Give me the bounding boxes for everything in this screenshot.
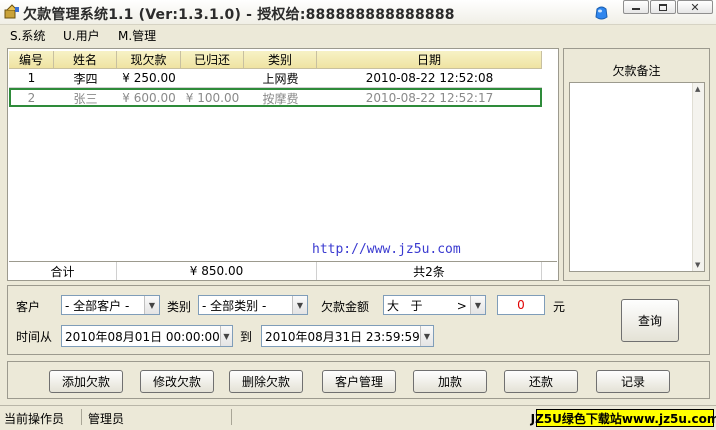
status-divider <box>231 409 232 425</box>
menu-bar: S.系统 U.用户 M.管理 <box>0 25 716 45</box>
query-button[interactable]: 查询 <box>621 299 679 342</box>
operator-value: 管理员 <box>88 412 125 426</box>
amount-unit: 元 <box>553 300 566 314</box>
cell-name: 李四 <box>73 71 98 86</box>
column-header-name[interactable]: 姓名 <box>54 51 117 69</box>
category-label: 类别 <box>167 300 192 314</box>
notes-title: 欠款备注 <box>612 64 661 78</box>
operator-label: 当前操作员 <box>4 412 65 426</box>
category-select[interactable]: - 全部类别 - ▼ <box>198 295 308 315</box>
title-bar: 欠款管理系统1.1 (Ver:1.3.1.0) - 授权给:8888888888… <box>0 0 716 25</box>
time-from-label: 时间从 <box>16 330 53 344</box>
totals-count: 共2条 <box>317 262 542 280</box>
app-icon <box>4 4 19 19</box>
records-button[interactable]: 记录 <box>596 370 670 393</box>
maximize-button[interactable] <box>650 0 676 14</box>
totals-row: 合计 ¥ 850.00 共2条 <box>9 261 557 280</box>
time-to-label: 到 <box>240 330 253 344</box>
customer-manage-button[interactable]: 客户管理 <box>322 370 396 393</box>
close-icon: ✕ <box>690 0 700 14</box>
customer-select-value: - 全部客户 - <box>65 298 130 313</box>
column-header-owed[interactable]: 现欠款 <box>117 51 181 69</box>
edit-debt-button[interactable]: 修改欠款 <box>140 370 214 393</box>
chevron-down-icon[interactable]: ▼ <box>219 326 232 346</box>
maximize-icon <box>659 3 667 11</box>
time-from-value: 2010年08月01日 00:00:00 <box>65 329 220 344</box>
repay-button[interactable]: 还款 <box>504 370 578 393</box>
window-title: 欠款管理系统1.1 (Ver:1.3.1.0) - 授权给:8888888888… <box>23 7 455 23</box>
time-from-picker[interactable]: 2010年08月01日 00:00:00 ▼ <box>61 325 233 347</box>
chevron-down-icon[interactable]: ▼ <box>292 296 307 314</box>
customer-label: 客户 <box>16 300 41 314</box>
operator-select-value: 大 于 > <box>387 298 467 313</box>
menu-manage[interactable]: M.管理 <box>118 27 156 44</box>
cell-owed: ¥ 250.00 <box>122 71 176 85</box>
add-amount-button[interactable]: 加款 <box>413 370 487 393</box>
notes-textarea[interactable]: ▲ ▼ <box>569 82 705 272</box>
skin-orb-icon[interactable] <box>594 5 609 21</box>
column-header-returned[interactable]: 已归还 <box>181 51 244 69</box>
notes-panel: 欠款备注 ▲ ▼ <box>563 48 710 281</box>
amount-label: 欠款金额 <box>321 300 370 314</box>
action-panel: 添加欠款 修改欠款 删除欠款 客户管理 加款 还款 记录 <box>7 361 710 399</box>
table-row[interactable]: 1 李四 ¥ 250.00 上网费 2010-08-22 12:52:08 <box>9 69 542 87</box>
status-bar: 当前操作员 管理员 JZ5U绿色下载站www.jz5u.com <box>0 405 716 430</box>
category-select-value: - 全部类别 - <box>202 298 267 313</box>
chevron-down-icon[interactable]: ▼ <box>144 296 159 314</box>
cell-returned <box>181 69 244 87</box>
notes-scrollbar[interactable]: ▲ ▼ <box>692 83 704 271</box>
chevron-down-icon[interactable]: ▼ <box>419 326 433 346</box>
totals-label: 合计 <box>9 262 117 280</box>
cell-category: 上网费 <box>262 71 299 86</box>
customer-select[interactable]: - 全部客户 - ▼ <box>61 295 160 315</box>
minimize-icon <box>632 8 640 10</box>
close-button[interactable]: ✕ <box>677 0 713 14</box>
delete-debt-button[interactable]: 删除欠款 <box>229 370 303 393</box>
menu-user[interactable]: U.用户 <box>63 27 100 44</box>
menu-system[interactable]: S.系统 <box>10 27 45 44</box>
watermark-link: http://www.jz5u.com <box>312 242 461 257</box>
column-header-id[interactable]: 编号 <box>9 51 54 69</box>
scroll-down-icon[interactable]: ▼ <box>695 261 700 269</box>
scroll-up-icon[interactable]: ▲ <box>695 85 700 93</box>
row-selection-highlight <box>9 88 542 107</box>
minimize-button[interactable] <box>623 0 649 14</box>
column-header-date[interactable]: 日期 <box>317 51 542 69</box>
totals-amount: ¥ 850.00 <box>117 262 317 280</box>
time-to-value: 2010年08月31日 23:59:59 <box>265 329 420 344</box>
operator-select[interactable]: 大 于 > ▼ <box>383 295 486 315</box>
amount-input[interactable]: 0 <box>497 295 545 315</box>
chevron-down-icon[interactable]: ▼ <box>470 296 485 314</box>
column-header-category[interactable]: 类别 <box>244 51 317 69</box>
filter-panel: 客户 - 全部客户 - ▼ 类别 - 全部类别 - ▼ 欠款金额 大 于 > ▼… <box>7 285 710 355</box>
status-divider <box>81 409 82 425</box>
add-debt-button[interactable]: 添加欠款 <box>49 370 123 393</box>
cell-date: 2010-08-22 12:52:08 <box>365 71 494 85</box>
debt-grid: 编号 姓名 现欠款 已归还 类别 日期 1 李四 ¥ 250.00 上网费 20… <box>7 48 559 281</box>
brand-badge: JZ5U绿色下载站www.jz5u.com <box>531 409 716 427</box>
cell-id: 1 <box>27 71 36 85</box>
time-to-picker[interactable]: 2010年08月31日 23:59:59 ▼ <box>261 325 434 347</box>
